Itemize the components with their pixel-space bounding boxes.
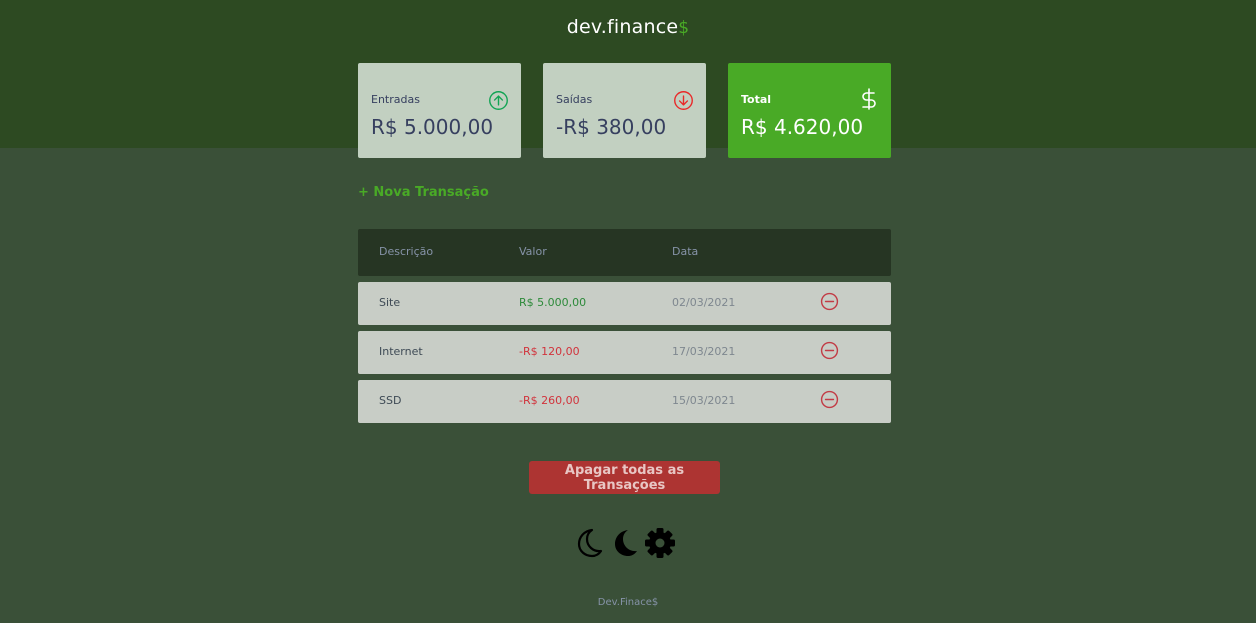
arrow-up-circle-icon	[489, 91, 508, 110]
row-description: Internet	[379, 345, 423, 358]
new-transaction-link[interactable]: + Nova Transação	[358, 185, 489, 200]
arrow-down-circle-icon	[674, 91, 693, 110]
row-description: Site	[379, 296, 401, 309]
dollar-icon	[862, 88, 876, 110]
remove-transaction-icon[interactable]	[820, 292, 839, 311]
row-date: 15/03/2021	[672, 394, 736, 407]
income-label: Entradas	[371, 93, 420, 106]
row-description: SSD	[379, 394, 402, 407]
logo-text: dev.finance	[566, 16, 679, 38]
row-amount: -R$ 120,00	[519, 345, 580, 358]
app-logo: dev.finance$	[0, 16, 1256, 38]
row-date: 17/03/2021	[672, 345, 736, 358]
table-header: Descrição Valor Data	[358, 229, 891, 276]
income-amount: R$ 5.000,00	[371, 115, 494, 139]
moon-filled-icon[interactable]	[608, 525, 640, 561]
table-row: Internet -R$ 120,00 17/03/2021	[358, 331, 891, 374]
remove-transaction-icon[interactable]	[820, 341, 839, 360]
header-description: Descrição	[379, 245, 434, 258]
remove-transaction-icon[interactable]	[820, 390, 839, 409]
expense-label: Saídas	[556, 93, 593, 106]
expense-card: Saídas -R$ 380,00	[543, 63, 706, 158]
row-amount: -R$ 260,00	[519, 394, 580, 407]
footer-text: Dev.Finace$	[597, 597, 659, 608]
expense-amount: -R$ 380,00	[556, 115, 667, 139]
clear-all-button[interactable]: Apagar todas as Transações	[529, 461, 720, 494]
header-amount: Valor	[519, 245, 547, 258]
total-label: Total	[741, 93, 772, 106]
table-row: Site R$ 5.000,00 02/03/2021	[358, 282, 891, 325]
row-date: 02/03/2021	[672, 296, 736, 309]
moon-outline-icon[interactable]	[572, 525, 604, 561]
total-card: Total R$ 4.620,00	[728, 63, 891, 158]
gear-icon[interactable]	[643, 525, 677, 561]
row-amount: R$ 5.000,00	[519, 296, 587, 309]
table-row: SSD -R$ 260,00 15/03/2021	[358, 380, 891, 423]
income-card: Entradas R$ 5.000,00	[358, 63, 521, 158]
logo-symbol: $	[678, 18, 690, 38]
total-amount: R$ 4.620,00	[741, 115, 864, 139]
header-date: Data	[672, 245, 699, 258]
